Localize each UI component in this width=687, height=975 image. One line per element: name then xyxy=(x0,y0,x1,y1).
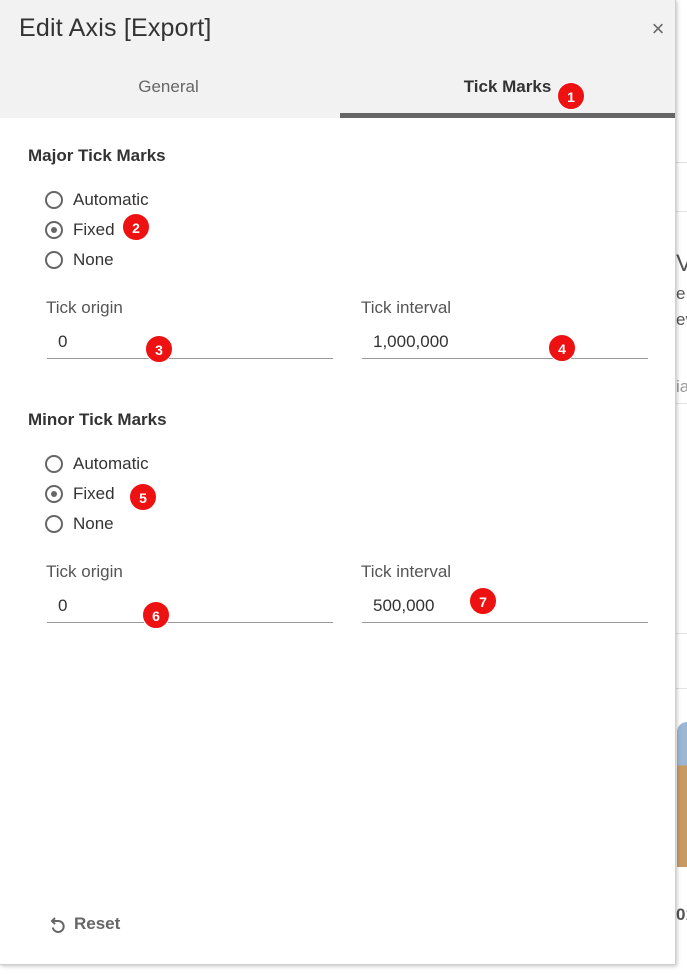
radio-button[interactable] xyxy=(45,455,63,473)
major-radio-fixed[interactable]: Fixed xyxy=(45,218,115,242)
minor-tick-interval-label: Tick interval xyxy=(361,562,452,581)
background-text: ev xyxy=(676,310,687,329)
major-tick-interval-input[interactable] xyxy=(362,328,648,356)
major-tick-marks-heading: Major Tick Marks xyxy=(28,146,166,165)
minor-tick-origin-input[interactable] xyxy=(47,592,333,620)
tab-general[interactable]: General xyxy=(0,62,337,118)
radio-button[interactable] xyxy=(45,515,63,533)
radio-button[interactable] xyxy=(45,221,63,239)
major-tick-interval-field xyxy=(362,328,648,359)
radio-label: Fixed xyxy=(73,220,115,239)
reset-button[interactable]: Reset xyxy=(50,914,120,934)
minor-tick-origin-label: Tick origin xyxy=(46,562,123,581)
annotation-badge: 4 xyxy=(548,334,576,362)
undo-icon xyxy=(50,917,65,933)
tab-tick-marks[interactable]: Tick Marks xyxy=(340,62,675,118)
minor-tick-interval-field xyxy=(362,592,648,623)
minor-radio-fixed[interactable]: Fixed xyxy=(45,482,115,506)
major-radio-automatic[interactable]: Automatic xyxy=(45,188,149,212)
radio-button[interactable] xyxy=(45,251,63,269)
radio-label: Automatic xyxy=(73,454,149,473)
annotation-badge: 1 xyxy=(557,82,585,110)
background-divider xyxy=(676,688,687,689)
major-tick-interval-label: Tick interval xyxy=(361,298,452,317)
background-text: ia xyxy=(676,377,687,396)
radio-button[interactable] xyxy=(45,485,63,503)
active-tab-indicator xyxy=(340,113,675,118)
annotation-badge: 2 xyxy=(122,213,150,241)
close-icon[interactable]: × xyxy=(647,16,669,42)
minor-radio-automatic[interactable]: Automatic xyxy=(45,452,149,476)
radio-label: None xyxy=(73,514,114,533)
minor-radio-none[interactable]: None xyxy=(45,512,114,536)
background-chart-shape xyxy=(677,722,687,867)
annotation-badge: 3 xyxy=(145,335,173,363)
minor-tick-interval-input[interactable] xyxy=(362,592,648,620)
minor-tick-marks-heading: Minor Tick Marks xyxy=(28,410,167,429)
background-divider xyxy=(676,211,687,212)
annotation-badge: 6 xyxy=(142,601,170,629)
major-tick-origin-input[interactable] xyxy=(47,328,333,356)
major-tick-origin-field xyxy=(47,328,333,359)
radio-label: Fixed xyxy=(73,484,115,503)
dialog-title: Edit Axis [Export] xyxy=(19,14,212,42)
annotation-badge: 7 xyxy=(469,587,497,615)
major-radio-none[interactable]: None xyxy=(45,248,114,272)
radio-label: None xyxy=(73,250,114,269)
background-text: e xyxy=(676,284,686,303)
edit-axis-dialog: Edit Axis [Export] × General Tick Marks … xyxy=(0,0,676,965)
background-text: 01 xyxy=(676,905,687,924)
major-tick-origin-label: Tick origin xyxy=(46,298,123,317)
reset-label: Reset xyxy=(74,914,121,933)
minor-tick-origin-field xyxy=(47,592,333,623)
annotation-badge: 5 xyxy=(129,483,157,511)
background-text: V xyxy=(676,250,687,277)
radio-button[interactable] xyxy=(45,191,63,209)
background-divider xyxy=(676,403,687,404)
background-divider xyxy=(676,633,687,634)
radio-label: Automatic xyxy=(73,190,149,209)
background-divider xyxy=(676,162,687,163)
